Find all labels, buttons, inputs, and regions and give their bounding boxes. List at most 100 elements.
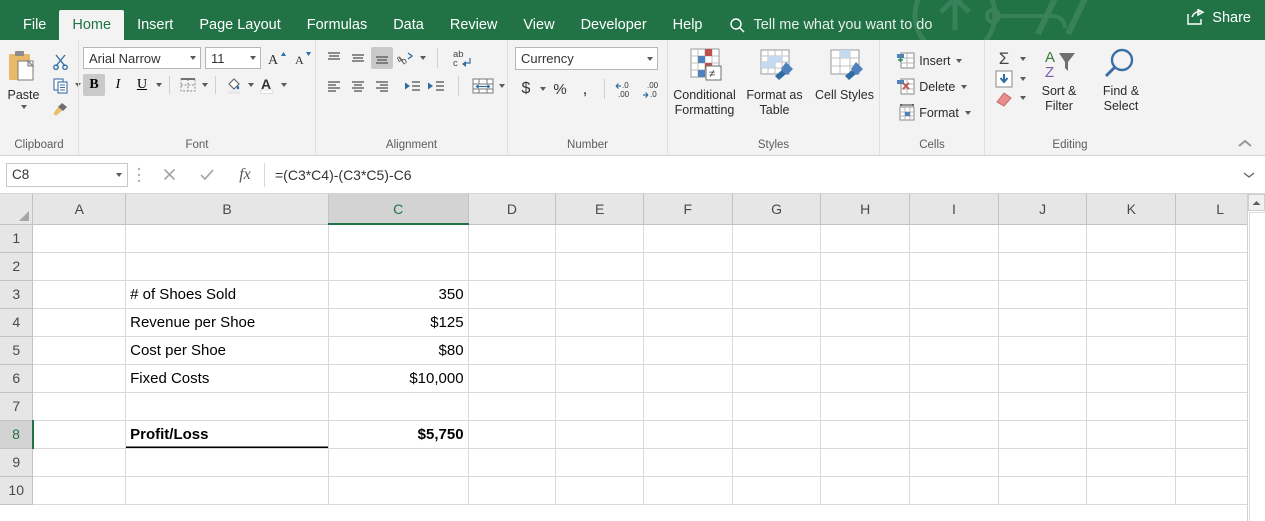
- cell-G10[interactable]: [732, 476, 822, 505]
- cell-F5[interactable]: [643, 336, 733, 365]
- col-header-K[interactable]: K: [1086, 194, 1177, 225]
- row-header-3[interactable]: 3: [0, 280, 34, 309]
- font-color-dropdown-icon[interactable]: [281, 83, 287, 87]
- number-format-dropdown-icon[interactable]: [647, 56, 653, 61]
- cell-F2[interactable]: [643, 252, 733, 281]
- cell-B4[interactable]: Revenue per Shoe: [125, 308, 329, 337]
- cell-F6[interactable]: [643, 364, 733, 393]
- tab-file[interactable]: File: [10, 10, 59, 40]
- row-header-1[interactable]: 1: [0, 224, 34, 253]
- borders-button[interactable]: [177, 74, 199, 96]
- cell-A9[interactable]: [32, 448, 127, 477]
- font-size-combo[interactable]: 11: [205, 47, 261, 69]
- cell-G3[interactable]: [732, 280, 822, 309]
- align-middle-button[interactable]: [347, 47, 369, 69]
- orientation-dropdown-icon[interactable]: [419, 56, 426, 60]
- align-bottom-button[interactable]: [370, 47, 393, 69]
- cell-C6[interactable]: $10,000: [328, 364, 469, 393]
- cell-J1[interactable]: [998, 224, 1088, 253]
- cell-D3[interactable]: [468, 280, 557, 309]
- row-header-6[interactable]: 6: [0, 364, 34, 393]
- cell-G4[interactable]: [732, 308, 822, 337]
- cell-J9[interactable]: [998, 448, 1088, 477]
- cell-B9[interactable]: [125, 448, 329, 477]
- align-center-button[interactable]: [347, 75, 369, 97]
- cell-A7[interactable]: [32, 392, 127, 421]
- cell-C3[interactable]: 350: [328, 280, 469, 309]
- underline-button[interactable]: U: [131, 74, 153, 96]
- tab-insert[interactable]: Insert: [124, 10, 186, 40]
- cell-K5[interactable]: [1086, 336, 1177, 365]
- cell-H2[interactable]: [820, 252, 911, 281]
- cell-E6[interactable]: [555, 364, 644, 393]
- cell-B7[interactable]: [125, 392, 329, 421]
- cell-A10[interactable]: [32, 476, 127, 505]
- cell-K1[interactable]: [1086, 224, 1177, 253]
- name-box-dropdown-icon[interactable]: [116, 172, 122, 177]
- formula-input[interactable]: =(C3*C4)-(C3*C5)-C6: [264, 162, 1239, 187]
- delete-cells-button[interactable]: Delete: [894, 75, 970, 98]
- tab-data[interactable]: Data: [380, 10, 437, 40]
- cell-I3[interactable]: [909, 280, 999, 309]
- paste-dropdown-icon[interactable]: [20, 105, 27, 109]
- cell-B2[interactable]: [125, 252, 329, 281]
- cell-H8[interactable]: [820, 420, 911, 449]
- row-header-9[interactable]: 9: [0, 448, 34, 477]
- cell-F4[interactable]: [643, 308, 733, 337]
- vertical-scrollbar[interactable]: [1247, 194, 1265, 521]
- cell-F8[interactable]: [643, 420, 733, 449]
- align-left-button[interactable]: [323, 75, 345, 97]
- cell-H7[interactable]: [820, 392, 911, 421]
- row-header-5[interactable]: 5: [0, 336, 34, 365]
- cell-D4[interactable]: [468, 308, 557, 337]
- cell-C8[interactable]: $5,750: [328, 420, 469, 449]
- cell-F9[interactable]: [643, 448, 733, 477]
- cell-K4[interactable]: [1086, 308, 1177, 337]
- cell-H6[interactable]: [820, 364, 911, 393]
- insert-dropdown-icon[interactable]: [956, 58, 963, 63]
- cell-J2[interactable]: [998, 252, 1088, 281]
- cell-I6[interactable]: [909, 364, 999, 393]
- cell-J4[interactable]: [998, 308, 1088, 337]
- cell-D9[interactable]: [468, 448, 557, 477]
- italic-button[interactable]: I: [107, 74, 129, 96]
- cell-D8[interactable]: [468, 420, 557, 449]
- align-top-button[interactable]: [323, 47, 345, 69]
- col-header-A[interactable]: A: [32, 194, 127, 225]
- cell-E1[interactable]: [555, 224, 644, 253]
- increase-decimal-button[interactable]: .0 .00: [613, 78, 637, 100]
- col-header-C[interactable]: C: [328, 194, 469, 225]
- accounting-format-button[interactable]: $: [515, 78, 537, 100]
- row-header-7[interactable]: 7: [0, 392, 34, 421]
- scroll-up-button[interactable]: [1248, 194, 1265, 211]
- format-painter-button[interactable]: [50, 98, 72, 120]
- cell-D6[interactable]: [468, 364, 557, 393]
- tab-page-layout[interactable]: Page Layout: [186, 10, 293, 40]
- decrease-font-size-button[interactable]: A: [291, 47, 313, 69]
- cell-B10[interactable]: [125, 476, 329, 505]
- cell-E8[interactable]: [555, 420, 644, 449]
- cell-E7[interactable]: [555, 392, 644, 421]
- fill-button[interactable]: [993, 70, 1026, 88]
- cell-I7[interactable]: [909, 392, 999, 421]
- tab-review[interactable]: Review: [437, 10, 511, 40]
- cancel-formula-button[interactable]: [150, 163, 188, 187]
- cell-B5[interactable]: Cost per Shoe: [125, 336, 329, 365]
- cell-A5[interactable]: [32, 336, 127, 365]
- cell-E4[interactable]: [555, 308, 644, 337]
- cell-F10[interactable]: [643, 476, 733, 505]
- share-button[interactable]: Share: [1186, 9, 1251, 26]
- cell-I1[interactable]: [909, 224, 999, 253]
- insert-cells-button[interactable]: Insert: [894, 49, 965, 72]
- cell-I5[interactable]: [909, 336, 999, 365]
- cell-A2[interactable]: [32, 252, 127, 281]
- expand-formula-bar-button[interactable]: [1239, 171, 1259, 179]
- delete-dropdown-icon[interactable]: [961, 84, 968, 89]
- cell-H5[interactable]: [820, 336, 911, 365]
- name-box[interactable]: C8: [6, 162, 128, 187]
- cell-E3[interactable]: [555, 280, 644, 309]
- cell-D5[interactable]: [468, 336, 557, 365]
- paste-button[interactable]: Paste: [0, 47, 50, 109]
- cell-J10[interactable]: [998, 476, 1088, 505]
- cell-I8[interactable]: [909, 420, 999, 449]
